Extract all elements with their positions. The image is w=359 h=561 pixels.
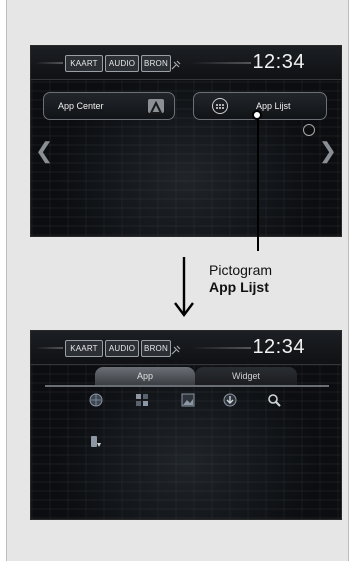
tab-bar: App Widget	[45, 367, 329, 387]
app-center-button[interactable]: App Center	[43, 92, 175, 120]
clock: 12:34	[252, 336, 305, 358]
satellite-icon	[171, 60, 181, 70]
top-bar: KAART AUDIO BRON 12:34	[31, 46, 341, 80]
search-icon[interactable]	[267, 393, 281, 407]
tab-widget[interactable]: Widget	[195, 367, 297, 385]
bar-decoration	[35, 62, 63, 64]
satellite-icon	[171, 345, 181, 355]
kaart-button[interactable]: KAART	[65, 340, 103, 357]
callout-caption: Pictogram App Lijst	[209, 262, 272, 296]
tab-app[interactable]: App	[95, 367, 195, 385]
grid-icon[interactable]	[135, 393, 149, 407]
image-icon[interactable]	[181, 393, 195, 407]
app-center-label: App Center	[58, 101, 104, 111]
callout-line	[257, 115, 259, 251]
page-indicator	[159, 228, 204, 236]
audio-button[interactable]: AUDIO	[105, 55, 139, 72]
bar-decoration	[35, 347, 63, 349]
kaart-button[interactable]: KAART	[65, 55, 103, 72]
audio-button[interactable]: AUDIO	[105, 340, 139, 357]
gauge-icon	[303, 124, 315, 136]
tab-underline	[45, 385, 329, 387]
top-bar: KAART AUDIO BRON 12:34	[31, 331, 341, 365]
app-list-screen: KAART AUDIO BRON 12:34 App Widget	[30, 330, 342, 520]
caption-line-2: App Lijst	[209, 279, 269, 295]
download-icon[interactable]	[223, 393, 237, 407]
bar-decoration	[191, 62, 251, 64]
bar-decoration	[191, 347, 251, 349]
prev-page-arrow[interactable]: ❮	[35, 138, 53, 164]
home-screen: KAART AUDIO BRON 12:34 App Center App Li…	[30, 45, 342, 237]
globe-icon[interactable]	[89, 393, 103, 407]
app-list-icon	[212, 98, 228, 114]
app-center-icon	[148, 99, 164, 114]
bron-button[interactable]: BRON	[141, 55, 171, 72]
down-arrow-icon	[174, 257, 194, 317]
phone-app-icon[interactable]	[89, 435, 103, 449]
bron-button[interactable]: BRON	[141, 340, 171, 357]
caption-line-1: Pictogram	[209, 262, 273, 278]
next-page-arrow[interactable]: ❯	[319, 138, 337, 164]
callout-marker	[252, 110, 262, 120]
clock: 12:34	[252, 51, 305, 73]
